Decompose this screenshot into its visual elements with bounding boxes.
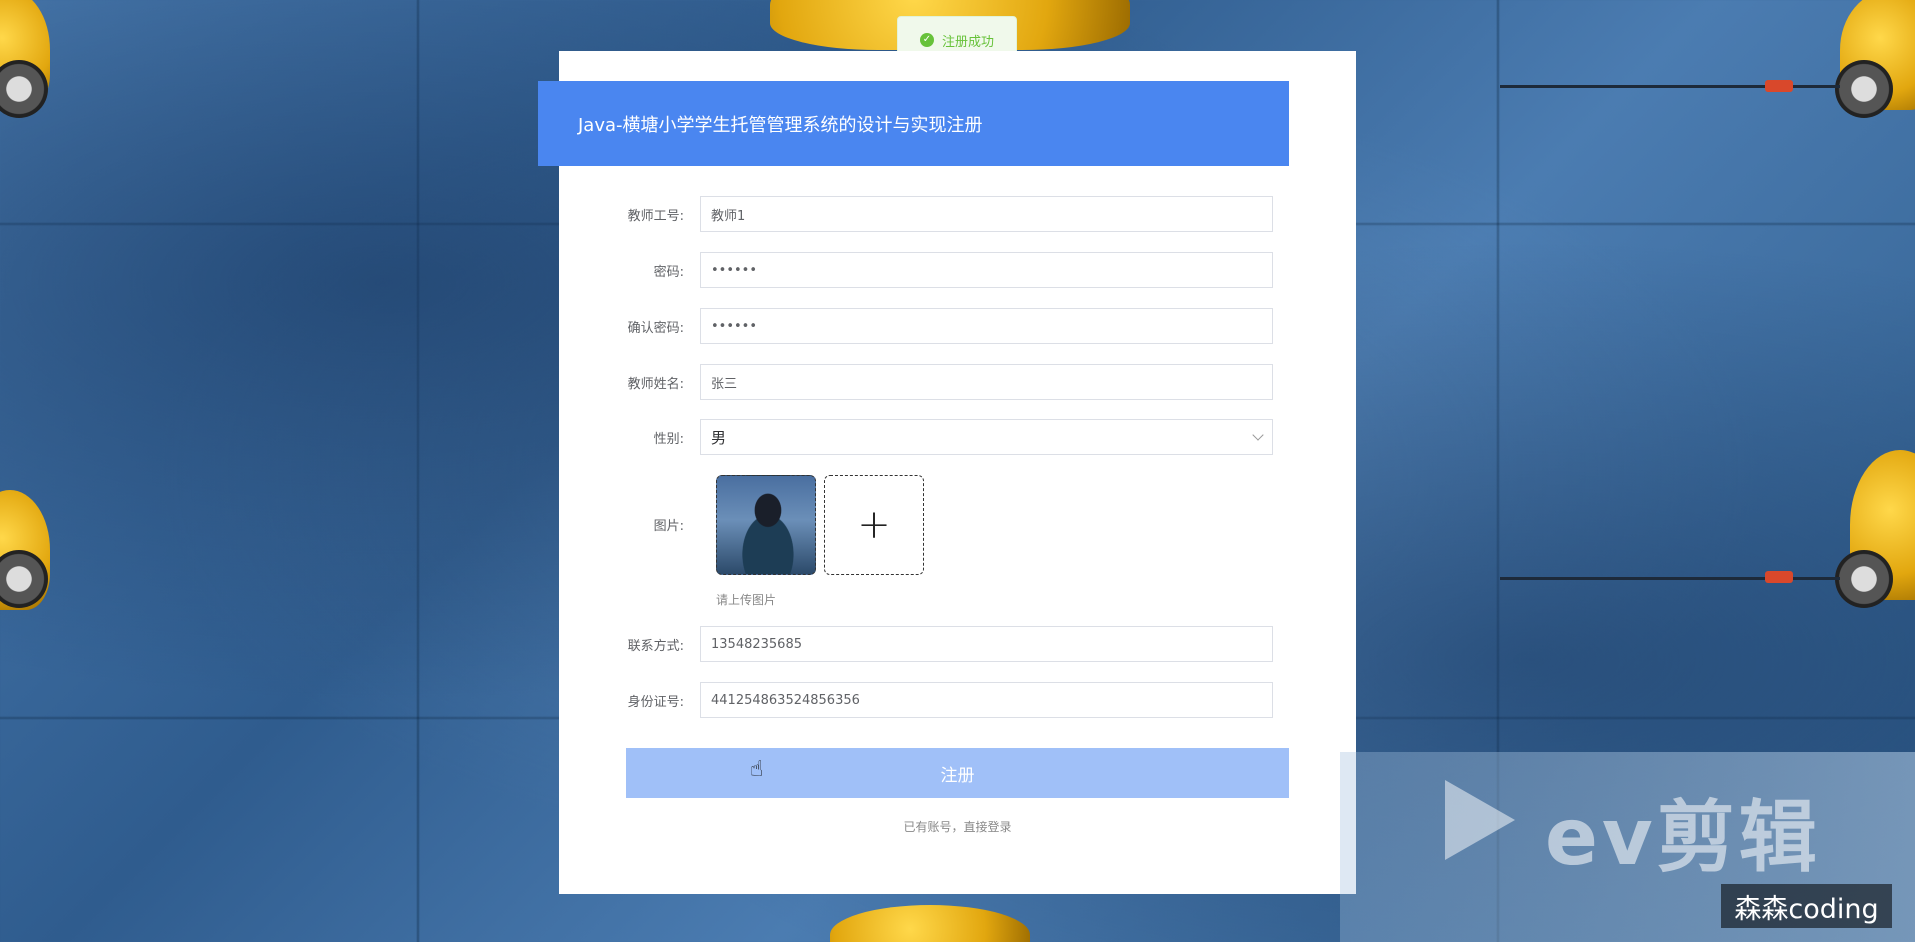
contact-input[interactable]: 13548235685 xyxy=(700,626,1273,662)
password-label: 密码: xyxy=(653,264,684,280)
confirm-password-row: 确认密码: •••••• xyxy=(600,308,1290,344)
contact-row: 联系方式: 13548235685 xyxy=(600,626,1290,662)
gender-label: 性别: xyxy=(653,431,684,447)
background-car-bottom xyxy=(830,905,1030,942)
teacher-name-row: 教师姓名: 张三 xyxy=(600,364,1290,400)
gender-row: 性别: 男 xyxy=(600,419,1290,455)
confirm-password-input[interactable]: •••••• xyxy=(700,308,1273,344)
page-title: Java-横塘小学学生托管管理系统的设计与实现注册 xyxy=(538,81,1289,166)
contact-label: 联系方式: xyxy=(627,638,684,654)
play-logo-icon xyxy=(1445,780,1515,860)
uploaded-image-thumbnail[interactable] xyxy=(716,475,816,575)
id-number-input[interactable]: 441254863524856356 xyxy=(700,682,1273,718)
image-upload-hint: 请上传图片 xyxy=(716,593,777,607)
toast-message: 注册成功 xyxy=(941,34,994,50)
chevron-down-icon xyxy=(1252,429,1264,441)
id-number-label: 身份证号: xyxy=(627,694,684,710)
image-label: 图片: xyxy=(653,519,684,534)
register-button[interactable]: 注册 xyxy=(626,748,1289,798)
gender-select[interactable]: 男 xyxy=(700,419,1273,455)
gender-value: 男 xyxy=(711,428,727,447)
background-wheel xyxy=(1835,60,1893,118)
background-plug xyxy=(1765,80,1793,92)
image-upload-button[interactable]: + xyxy=(824,475,924,575)
watermark-logo-text: ev剪辑 xyxy=(1545,793,1821,883)
teacher-id-row: 教师工号: 教师1 xyxy=(600,196,1290,232)
confirm-password-label: 确认密码: xyxy=(627,320,684,336)
background-wheel xyxy=(1835,550,1893,608)
id-number-row: 身份证号: 441254863524856356 xyxy=(600,682,1290,718)
image-upload-row: 图片: + xyxy=(600,475,1290,575)
login-link[interactable]: 已有账号，直接登录 xyxy=(626,818,1289,835)
channel-credit: 森森coding xyxy=(1721,884,1892,928)
password-row: 密码: •••••• xyxy=(600,252,1290,288)
teacher-name-input[interactable]: 张三 xyxy=(700,364,1273,400)
background-plug xyxy=(1765,571,1793,583)
check-circle-icon: ✓ xyxy=(919,33,934,47)
teacher-id-label: 教师工号: xyxy=(627,208,684,224)
password-input[interactable]: •••••• xyxy=(700,252,1273,288)
plus-icon: + xyxy=(857,502,891,548)
teacher-name-label: 教师姓名: xyxy=(627,376,684,392)
teacher-id-input[interactable]: 教师1 xyxy=(700,196,1273,232)
hand-cursor-icon: ☝ xyxy=(750,757,764,782)
